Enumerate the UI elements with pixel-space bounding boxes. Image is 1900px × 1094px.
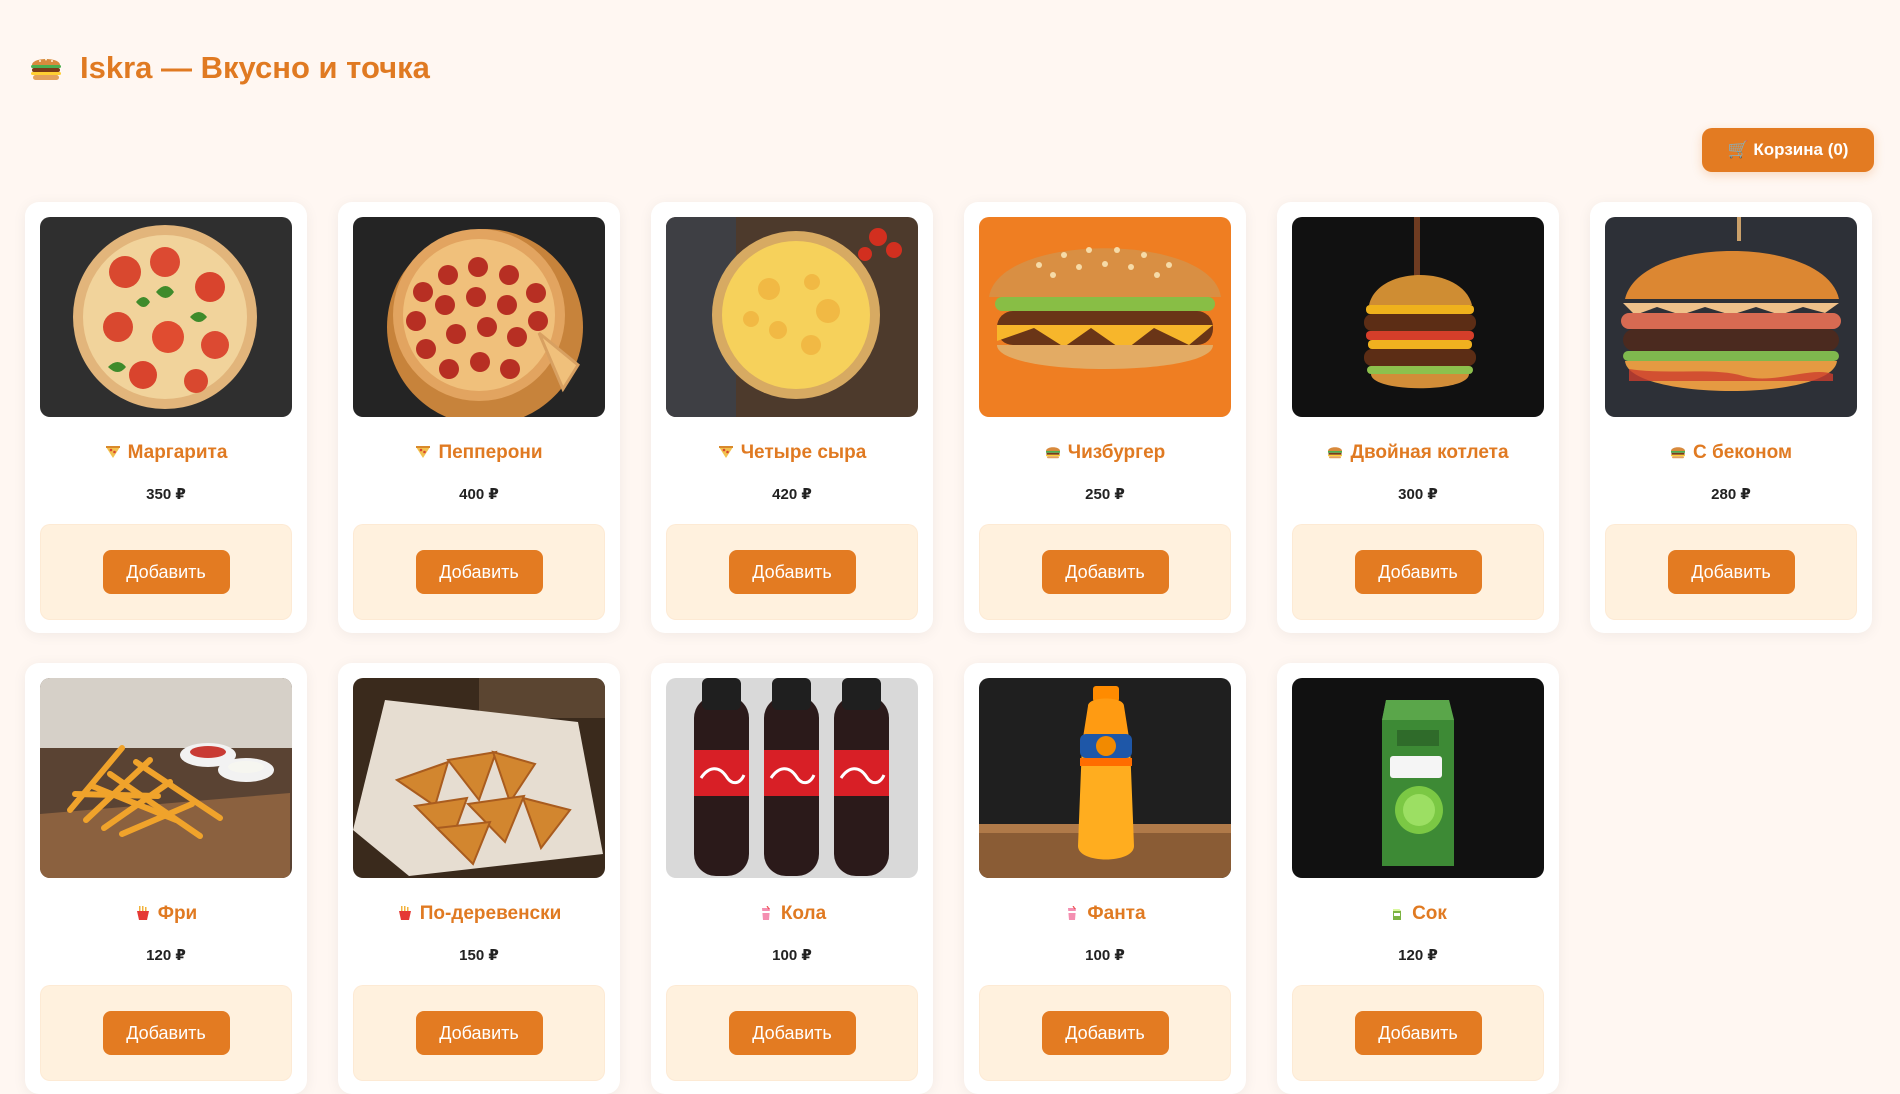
item-title: Пепперони xyxy=(338,442,620,464)
item-title: С беконом xyxy=(1590,442,1872,464)
item-action-box: Добавить xyxy=(40,985,292,1081)
item-action-box: Добавить xyxy=(353,524,605,620)
add-button[interactable]: Добавить xyxy=(1667,550,1795,594)
item-price: 250 ₽ xyxy=(1085,486,1125,503)
item-action-box: Добавить xyxy=(979,524,1231,620)
add-button[interactable]: Добавить xyxy=(415,550,543,594)
item-image-fries xyxy=(40,678,292,878)
item-price: 420 ₽ xyxy=(772,486,812,503)
juice-icon xyxy=(1389,906,1405,920)
cart-label: 🛒 Корзина (0) xyxy=(1727,140,1849,159)
menu-item-card: С беконом 280 ₽ Добавить xyxy=(1590,202,1872,633)
add-button[interactable]: Добавить xyxy=(415,1011,543,1055)
item-price: 280 ₽ xyxy=(1711,486,1751,503)
menu-item-card: Фри 120 ₽ Добавить xyxy=(25,663,307,1094)
menu-item-card: Сок 120 ₽ Добавить xyxy=(1277,663,1559,1094)
menu-item-card: Двойная котлета 300 ₽ Добавить xyxy=(1277,202,1559,633)
item-action-box: Добавить xyxy=(979,985,1231,1081)
menu-item-card: Маргарита 350 ₽ Добавить xyxy=(25,202,307,633)
add-button[interactable]: Добавить xyxy=(1041,550,1169,594)
item-image-margherita xyxy=(40,217,292,417)
item-image-cheeseburger xyxy=(979,217,1231,417)
item-image-juice xyxy=(1292,678,1544,878)
item-title: Маргарита xyxy=(25,442,307,464)
item-image-fanta xyxy=(979,678,1231,878)
burger-icon xyxy=(28,53,64,83)
fries-icon xyxy=(397,906,413,920)
drink-icon xyxy=(758,906,774,920)
menu-grid: Маргарита 350 ₽ Добавить Пепперони 400 ₽… xyxy=(25,202,1875,1094)
menu-item-card: Фанта 100 ₽ Добавить xyxy=(964,663,1246,1094)
drink-icon xyxy=(1064,906,1080,920)
item-title: Кола xyxy=(651,903,933,925)
add-button[interactable]: Добавить xyxy=(728,1011,856,1055)
item-image-wedges xyxy=(353,678,605,878)
item-price: 300 ₽ xyxy=(1398,486,1438,503)
pizza-icon xyxy=(415,445,431,459)
item-image-four-cheese xyxy=(666,217,918,417)
item-action-box: Добавить xyxy=(40,524,292,620)
item-action-box: Добавить xyxy=(1292,985,1544,1081)
item-image-double-burger xyxy=(1292,217,1544,417)
item-action-box: Добавить xyxy=(353,985,605,1081)
menu-item-card: Пепперони 400 ₽ Добавить xyxy=(338,202,620,633)
item-title: Чизбургер xyxy=(964,442,1246,464)
item-price: 150 ₽ xyxy=(459,947,499,964)
fries-icon xyxy=(135,906,151,920)
item-action-box: Добавить xyxy=(666,524,918,620)
item-price: 350 ₽ xyxy=(146,486,186,503)
item-title: Фанта xyxy=(964,903,1246,925)
burger-icon xyxy=(1045,445,1061,459)
item-title: Четыре сыра xyxy=(651,442,933,464)
add-button[interactable]: Добавить xyxy=(1354,1011,1482,1055)
item-action-box: Добавить xyxy=(1605,524,1857,620)
item-price: 100 ₽ xyxy=(1085,947,1125,964)
item-action-box: Добавить xyxy=(1292,524,1544,620)
cart-button[interactable]: 🛒 Корзина (0) xyxy=(1702,128,1874,172)
add-button[interactable]: Добавить xyxy=(102,550,230,594)
item-image-bacon-burger xyxy=(1605,217,1857,417)
add-button[interactable]: Добавить xyxy=(102,1011,230,1055)
burger-icon xyxy=(1327,445,1343,459)
page-title: Iskra — Вкусно и точка xyxy=(80,50,430,85)
item-title: Двойная котлета xyxy=(1277,442,1559,464)
add-button[interactable]: Добавить xyxy=(1354,550,1482,594)
add-button[interactable]: Добавить xyxy=(728,550,856,594)
item-price: 100 ₽ xyxy=(772,947,812,964)
add-button[interactable]: Добавить xyxy=(1041,1011,1169,1055)
pizza-icon xyxy=(105,445,121,459)
pizza-icon xyxy=(718,445,734,459)
item-price: 120 ₽ xyxy=(1398,947,1438,964)
item-title: Сок xyxy=(1277,903,1559,925)
menu-item-card: По-деревенски 150 ₽ Добавить xyxy=(338,663,620,1094)
item-image-cola xyxy=(666,678,918,878)
item-price: 120 ₽ xyxy=(146,947,186,964)
burger-icon xyxy=(1670,445,1686,459)
item-title: По-деревенски xyxy=(338,903,620,925)
menu-item-card: Четыре сыра 420 ₽ Добавить xyxy=(651,202,933,633)
menu-item-card: Чизбургер 250 ₽ Добавить xyxy=(964,202,1246,633)
menu-item-card: Кола 100 ₽ Добавить xyxy=(651,663,933,1094)
header: Iskra — Вкусно и точка xyxy=(28,50,430,86)
item-image-pepperoni xyxy=(353,217,605,417)
item-action-box: Добавить xyxy=(666,985,918,1081)
item-price: 400 ₽ xyxy=(459,486,499,503)
item-title: Фри xyxy=(25,903,307,925)
